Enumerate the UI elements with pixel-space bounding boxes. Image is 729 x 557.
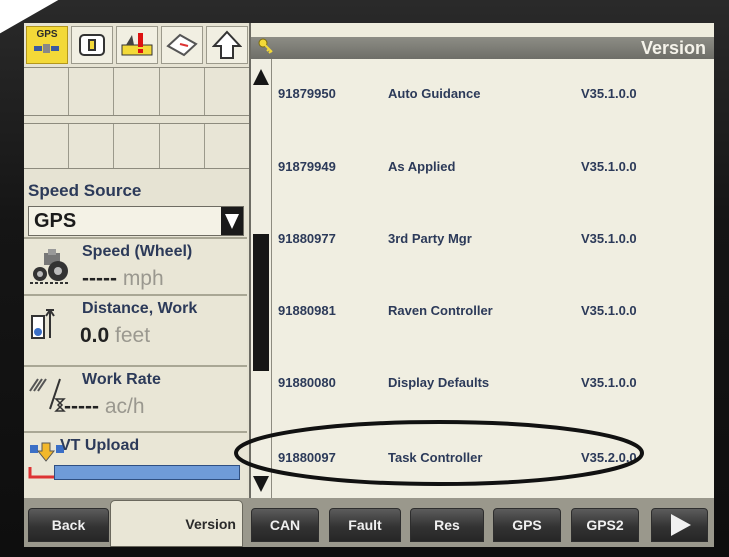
version-row[interactable]: 91880981 Raven Controller V35.1.0.0 [272,269,714,340]
empty-widget-slot[interactable] [24,124,70,168]
vt-upload-progress-bar [54,465,240,480]
distance-label: Distance, Work [82,300,198,317]
part-number: 91880097 [278,450,336,465]
alarm-warning-icon[interactable] [116,26,158,64]
speed-source-dropdown[interactable]: GPS [28,206,244,236]
module-version: V35.2.0.0 [581,450,637,465]
distance-counter-icon [31,309,55,339]
empty-widget-slot[interactable] [114,124,160,168]
distance-work-widget[interactable]: Distance, Work 0.0 feet [24,294,247,365]
scroll-thumb[interactable] [253,234,269,371]
speed-label: Speed (Wheel) [82,243,193,260]
bottom-tab-bar: Back Version CAN Fault Res GPS GPS2 [24,498,714,547]
empty-widget-slot[interactable] [159,68,205,115]
version-row-highlighted[interactable]: 91880097 Task Controller V35.2.0.0 [272,409,714,498]
empty-widget-slot[interactable] [159,124,205,168]
version-header-bar: Version [251,37,714,59]
tractor-icon [30,249,68,284]
version-panel: Version 91879950 Auto Guidance V35.1.0.0… [251,23,714,498]
module-name: 3rd Party Mgr [388,231,472,246]
empty-widget-slot[interactable] [69,124,115,168]
version-list: 91879950 Auto Guidance V35.1.0.0 9187994… [272,59,714,498]
empty-widget-row-2 [24,123,250,169]
satellite-icon [34,44,59,53]
speed-value: ----- [82,267,117,290]
speed-wheel-widget[interactable]: Speed (Wheel) ----- mph [24,237,247,294]
version-row[interactable]: 91879950 Auto Guidance V35.1.0.0 [272,59,714,130]
gps-status-icon[interactable]: GPS [26,26,68,64]
module-version: V35.1.0.0 [581,231,637,246]
part-number: 91879949 [278,159,336,174]
work-rate-value: ----- [64,395,99,418]
back-button[interactable]: Back [28,508,109,542]
gps-badge-label: GPS [36,29,58,40]
version-title: Version [640,38,706,58]
book-icon[interactable] [161,26,203,64]
gps-button[interactable]: GPS [493,508,561,542]
empty-widget-slot[interactable] [204,68,250,115]
scroll-up-arrow-icon[interactable] [252,67,270,87]
version-row[interactable]: 91880977 3rd Party Mgr V35.1.0.0 [272,199,714,270]
version-row[interactable]: 91880080 Display Defaults V35.1.0.0 [272,339,714,410]
display-screen: GPS Speed Source GPS Speed (Wheel) -----… [24,23,714,547]
res-button[interactable]: Res [410,508,484,542]
top-icon-bar: GPS [24,23,249,67]
part-number: 91880080 [278,375,336,390]
part-number: 91880981 [278,303,336,318]
module-name: Raven Controller [388,303,493,318]
speed-readout: ----- mph [82,267,164,291]
module-version: V35.1.0.0 [581,303,637,318]
module-version: V35.1.0.0 [581,375,637,390]
module-name: Task Controller [388,450,483,465]
fault-button[interactable]: Fault [329,508,401,542]
module-name: As Applied [388,159,456,174]
module-version: V35.1.0.0 [581,86,637,101]
speed-unit: mph [122,267,164,290]
distance-unit: feet [115,324,151,347]
module-version: V35.1.0.0 [581,159,637,174]
gps2-button[interactable]: GPS2 [571,508,639,542]
empty-widget-row-1 [24,67,250,116]
work-rate-label: Work Rate [82,371,161,388]
empty-widget-slot[interactable] [204,124,250,168]
scroll-down-arrow-icon[interactable] [252,474,270,494]
empty-widget-slot[interactable] [114,68,160,115]
key-icon [258,38,273,54]
work-rate-widget[interactable]: Work Rate ----- ac/h [24,365,247,431]
can-button[interactable]: CAN [251,508,319,542]
vt-upload-label: VT Upload [60,437,140,454]
distance-value: 0.0 [80,324,110,347]
implement-status-icon[interactable] [71,26,113,64]
version-list-scrollbar[interactable] [251,59,272,498]
module-name: Display Defaults [388,375,490,390]
part-number: 91879950 [278,86,336,101]
work-rate-unit: ac/h [104,395,145,418]
version-row[interactable]: 91879949 As Applied V35.1.0.0 [272,129,714,200]
vt-upload-widget[interactable]: VT Upload [24,431,247,498]
speed-source-value: GPS [34,209,77,232]
left-status-panel: GPS Speed Source GPS Speed (Wheel) -----… [24,23,251,498]
chevron-down-icon[interactable] [221,207,243,235]
empty-widget-slot[interactable] [24,68,70,115]
next-page-button[interactable] [651,508,708,542]
distance-readout: 0.0 feet [80,324,150,348]
play-arrow-icon [670,514,691,536]
home-up-arrow-icon[interactable] [206,26,248,64]
work-rate-readout: ----- ac/h [64,395,145,419]
empty-widget-slot[interactable] [69,68,115,115]
speed-source-label: Speed Source [28,181,142,200]
part-number: 91880977 [278,231,336,246]
module-name: Auto Guidance [388,86,481,101]
tab-version[interactable]: Version [110,500,243,547]
